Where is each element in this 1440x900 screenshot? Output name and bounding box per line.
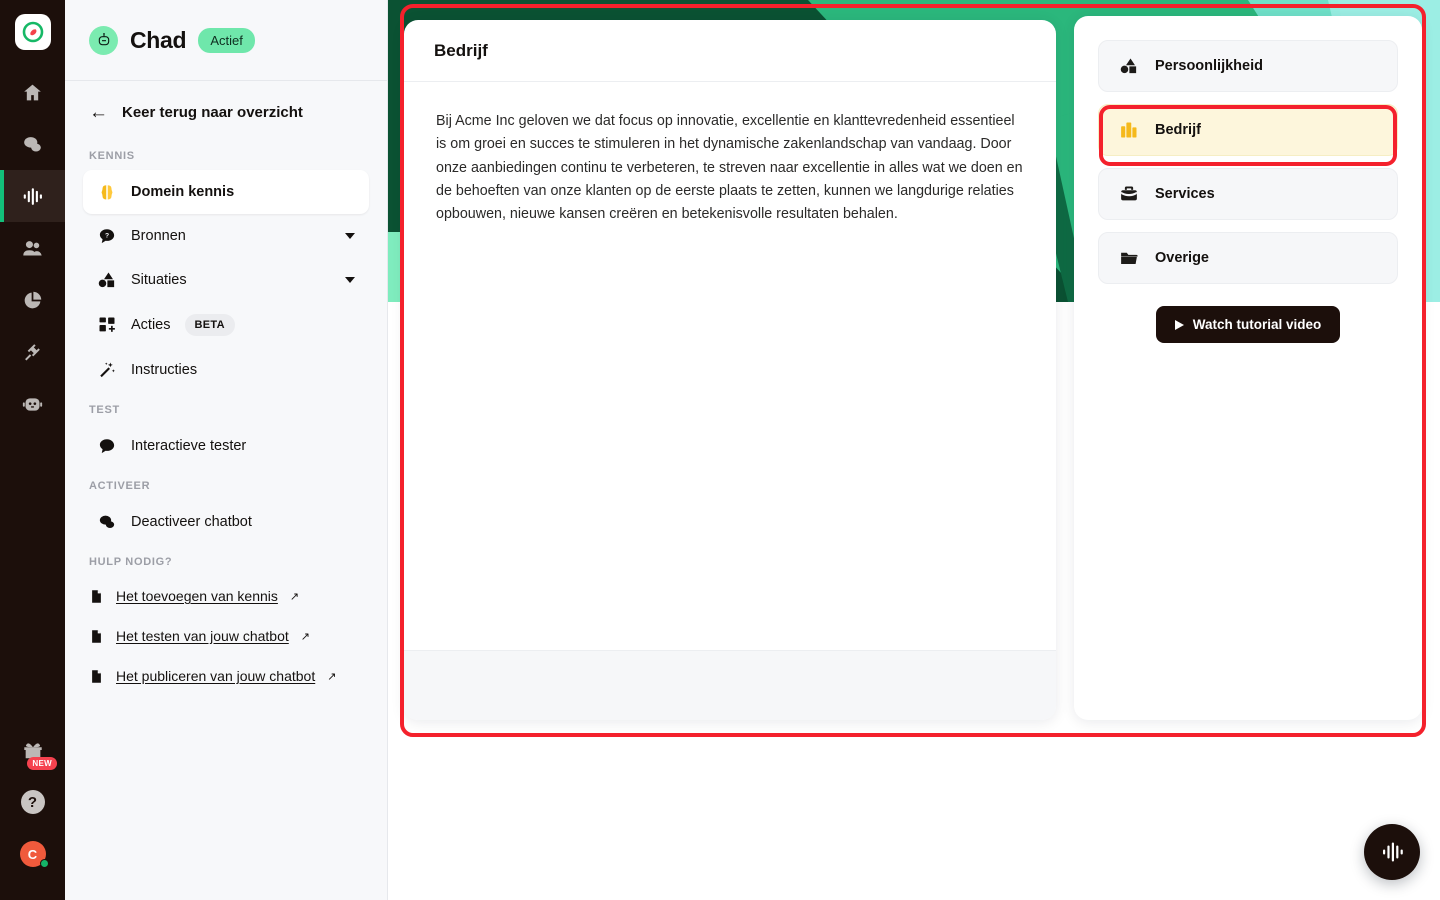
chat-bubbles-icon (97, 512, 117, 532)
help-link-label: Het testen van jouw chatbot (116, 628, 289, 644)
sidebar-item-domein-kennis[interactable]: Domein kennis (83, 170, 369, 214)
document-icon (92, 629, 101, 643)
help-link-testen-chatbot[interactable]: Het testen van jouw chatbot ↗ (65, 616, 387, 656)
sidebar-section-kennis-label: KENNIS (89, 150, 135, 162)
main-card-title: Bedrijf (434, 40, 488, 60)
rail-item-contacts[interactable] (0, 222, 65, 274)
chevron-down-icon[interactable] (345, 233, 355, 239)
main-card-header: Bedrijf (404, 20, 1056, 82)
external-link-icon: ↗ (327, 670, 337, 683)
category-item-label: Bedrijf (1155, 122, 1201, 138)
sidebar-section-activeer-label: ACTIVEER (89, 480, 151, 492)
rail-item-list (0, 66, 65, 430)
sidebar-item-label: Instructies (131, 362, 198, 378)
sidebar-item-label: Situaties (131, 272, 187, 288)
rail-item-conversations[interactable] (0, 118, 65, 170)
play-icon (1174, 319, 1184, 330)
sidebar-item-interactieve-tester[interactable]: Interactieve tester (83, 424, 369, 468)
buildings-icon (1119, 120, 1139, 140)
compass-logo-icon[interactable] (14, 14, 51, 50)
svg-text:?: ? (105, 233, 109, 240)
category-item-bedrijf[interactable]: Bedrijf (1098, 104, 1398, 156)
watch-tutorial-video-button[interactable]: Watch tutorial video (1155, 306, 1341, 343)
rail-bottom-group: NEW ? C (0, 724, 65, 900)
sidebar-section-test-label: TEST (89, 404, 120, 416)
shapes-icon (97, 270, 117, 290)
category-item-label: Services (1155, 186, 1215, 202)
rail-item-analytics[interactable] (0, 274, 65, 326)
rail-item-bots[interactable] (0, 378, 65, 430)
sidebar-item-situaties[interactable]: Situaties (83, 258, 369, 302)
main-content-card: Bedrijf Bij Acme Inc geloven we dat focu… (404, 20, 1056, 720)
help-link-publiceren-chatbot[interactable]: Het publiceren van jouw chatbot ↗ (65, 656, 387, 696)
rail-item-chatbots[interactable] (0, 170, 65, 222)
avatar-status-dot (40, 859, 49, 868)
sidebar-item-instructies[interactable]: Instructies (83, 348, 369, 392)
assistant-fab-button[interactable] (1364, 824, 1420, 880)
sidebar-item-acties[interactable]: Acties BETA (83, 302, 369, 348)
status-badge: Actief (198, 27, 255, 53)
help-link-label: Het publiceren van jouw chatbot (116, 668, 316, 684)
sidebar-item-label: Domein kennis (131, 184, 235, 200)
tutorial-button-label: Watch tutorial video (1192, 317, 1322, 332)
rail-item-integrations[interactable] (0, 326, 65, 378)
back-label: Keer terug naar overzicht (122, 104, 303, 121)
sidebar-section-help-label: HULP NODIG? (89, 556, 173, 568)
document-icon (92, 669, 101, 683)
robot-head-icon (89, 25, 118, 55)
waveform-icon (1383, 842, 1403, 862)
brain-icon (97, 182, 117, 202)
arrow-left-icon: ← (89, 102, 108, 123)
category-item-persoonlijkheid[interactable]: Persoonlijkheid (1098, 40, 1398, 92)
page-title: Chad (130, 26, 187, 53)
category-item-label: Persoonlijkheid (1155, 58, 1263, 74)
sidebar-item-label: Deactiveer chatbot (131, 514, 252, 530)
category-item-overige[interactable]: Overige (1098, 232, 1398, 284)
chevron-down-icon[interactable] (345, 277, 355, 283)
help-label: ? (20, 790, 45, 814)
sidebar-header: Chad Actief (65, 0, 387, 81)
briefcase-icon (1119, 184, 1139, 204)
external-link-icon: ↗ (289, 590, 300, 603)
document-icon (92, 589, 101, 603)
category-item-services[interactable]: Services (1098, 168, 1398, 220)
beta-badge: BETA (184, 314, 235, 336)
gift-icon[interactable]: NEW (0, 724, 65, 776)
sidebar-item-label: Acties (131, 317, 171, 333)
back-to-overview-link[interactable]: ← Keer terug naar overzicht (65, 81, 387, 138)
app-root: NEW ? C Chad Actief ← Keer terug naar ov… (0, 0, 1440, 900)
sidebar-item-bronnen[interactable]: ? Bronnen (83, 214, 369, 258)
sidebar: Chad Actief ← Keer terug naar overzicht … (65, 0, 388, 900)
help-link-toevoegen-kennis[interactable]: Het toevoegen van kennis ↗ (65, 576, 387, 616)
shapes-icon (1119, 56, 1139, 76)
folder-icon (1119, 248, 1139, 268)
category-item-label: Overige (1155, 250, 1209, 266)
sidebar-item-label: Bronnen (131, 228, 186, 244)
icon-rail: NEW ? C (0, 0, 65, 900)
category-panel: Persoonlijkheid Bedrijf Services Overige… (1074, 16, 1422, 720)
help-link-label: Het toevoegen van kennis (116, 588, 278, 604)
external-link-icon: ↗ (300, 630, 310, 643)
sidebar-item-deactiveer-chatbot[interactable]: Deactiveer chatbot (83, 500, 369, 544)
avatar[interactable]: C (0, 828, 65, 880)
sidebar-item-label: Interactieve tester (131, 438, 247, 454)
main-card-footer (404, 650, 1056, 720)
magic-wand-icon (97, 360, 117, 380)
rail-item-home[interactable] (0, 66, 65, 118)
chat-dots-icon (97, 436, 117, 456)
new-badge: NEW (27, 757, 57, 770)
company-description-text: Bij Acme Inc geloven we dat focus op inn… (436, 113, 1023, 223)
grid-plus-icon (97, 315, 117, 335)
question-bubble-icon: ? (97, 226, 117, 246)
main-card-body[interactable]: Bij Acme Inc geloven we dat focus op inn… (404, 82, 1056, 650)
question-mark-icon[interactable]: ? (0, 776, 65, 828)
